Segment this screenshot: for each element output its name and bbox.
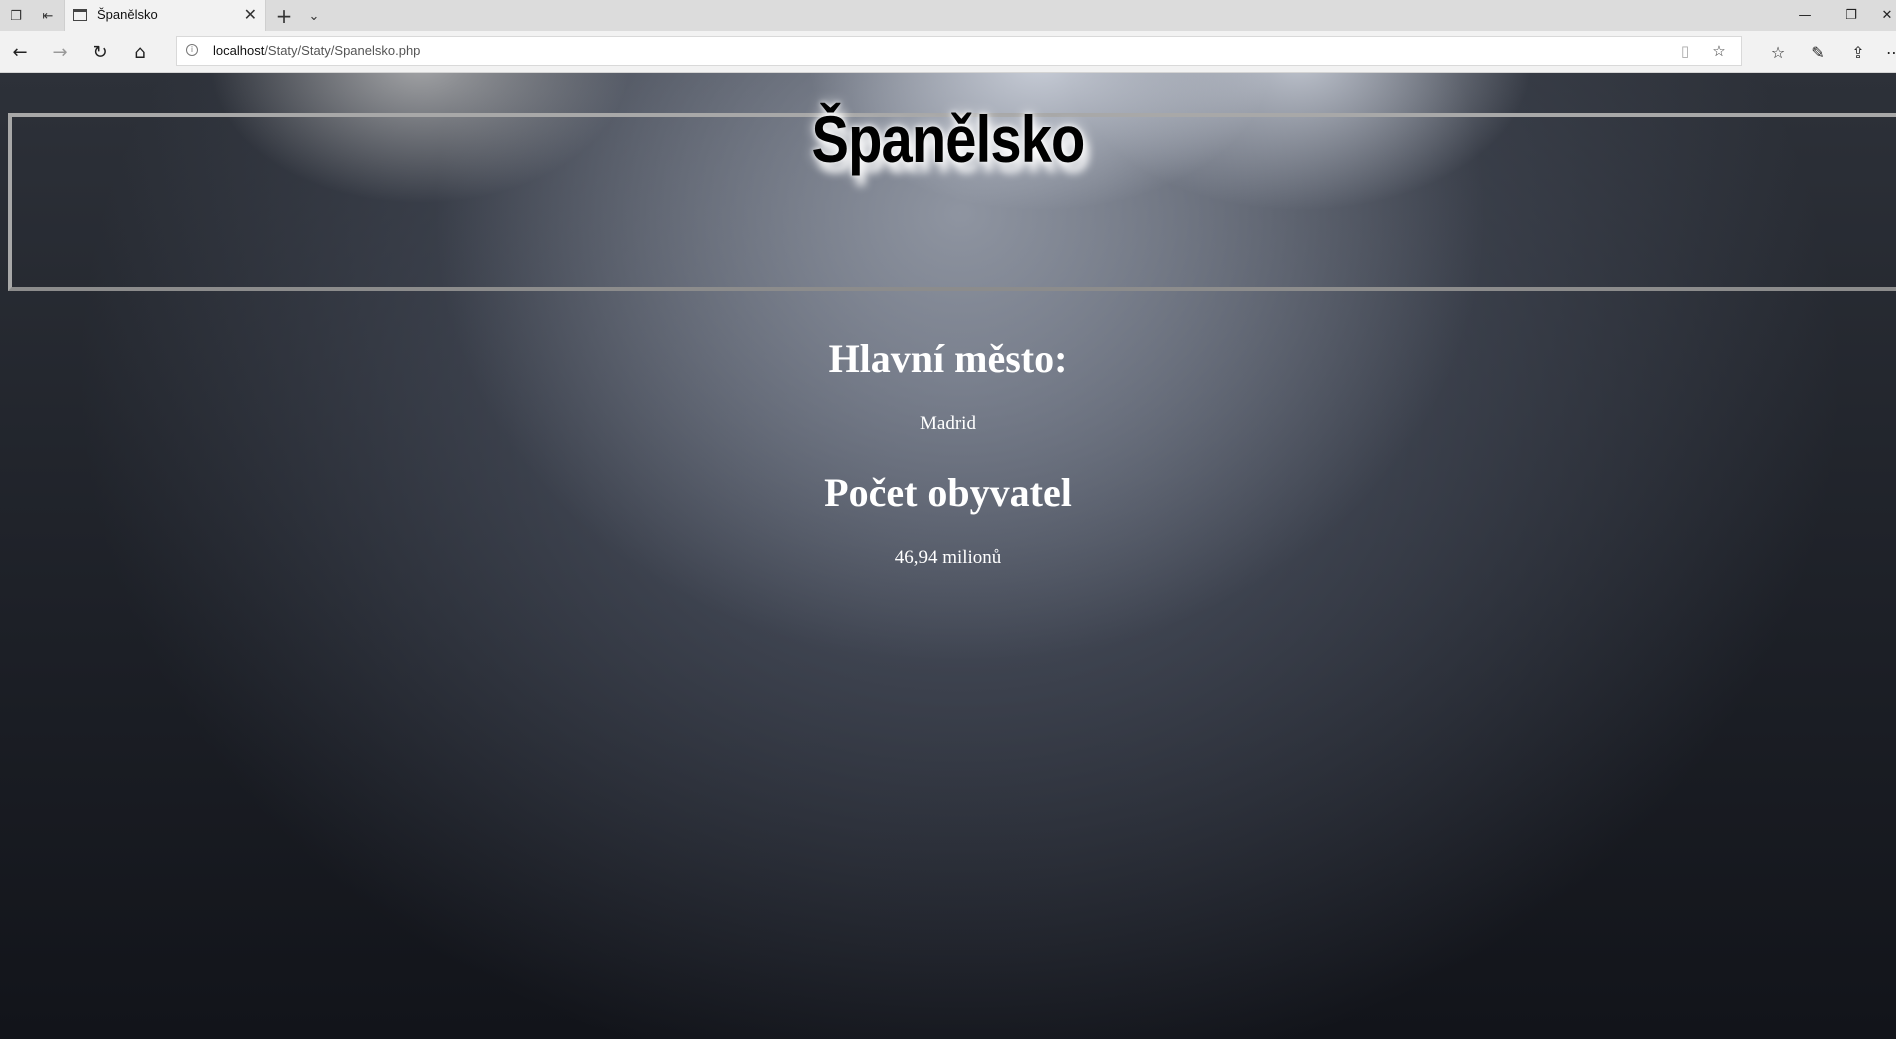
tab-title: Španělsko xyxy=(97,7,158,22)
page-title: Španělsko xyxy=(811,102,1086,176)
tab-list-chevron-icon[interactable]: ⌄ xyxy=(304,6,324,26)
browser-tab[interactable]: Španělsko ✕ xyxy=(64,0,266,31)
favorites-hub-icon[interactable]: ☆ xyxy=(1766,40,1790,64)
capital-value: Madrid xyxy=(920,413,976,434)
close-tab-icon[interactable]: ✕ xyxy=(244,5,257,24)
browser-navbar: ← → ↻ ⌂ i localhost/Staty/Staty/Spanelsk… xyxy=(0,31,1896,73)
capital-heading: Hlavní město: xyxy=(828,336,1068,381)
page-viewport: Španělsko Hlavní město: Madrid Počet oby… xyxy=(0,73,1896,1039)
site-info-icon[interactable]: i xyxy=(186,44,198,56)
close-window-icon[interactable]: ✕ xyxy=(1872,4,1896,26)
forward-icon[interactable]: → xyxy=(48,40,72,64)
minimize-icon[interactable]: — xyxy=(1790,4,1820,26)
refresh-icon[interactable]: ↻ xyxy=(88,40,112,64)
reading-view-icon[interactable]: ▯ xyxy=(1675,41,1695,61)
page-favicon-icon xyxy=(73,9,87,21)
pen-icon[interactable]: ✎ xyxy=(1806,40,1830,64)
share-icon[interactable]: ⇪ xyxy=(1846,40,1870,64)
restore-icon[interactable]: ❐ xyxy=(1836,4,1866,26)
back-icon[interactable]: ← xyxy=(8,40,32,64)
more-icon[interactable]: ⋯ xyxy=(1882,40,1896,64)
new-tab-icon[interactable]: + xyxy=(274,4,294,28)
population-value: 46,94 milionů xyxy=(894,547,1002,568)
set-tabs-aside-icon[interactable]: ⇤ xyxy=(38,6,58,26)
address-url[interactable]: localhost/Staty/Staty/Spanelsko.php xyxy=(213,43,420,58)
favorite-star-icon[interactable]: ☆ xyxy=(1709,41,1729,61)
population-heading: Počet obyvatel xyxy=(824,470,1072,515)
address-bar[interactable]: i localhost/Staty/Staty/Spanelsko.php ▯ … xyxy=(176,36,1742,66)
tabs-aside-icon[interactable]: ❐ xyxy=(6,6,26,26)
home-icon[interactable]: ⌂ xyxy=(128,40,152,64)
browser-titlebar: ❐ ⇤ Španělsko ✕ + ⌄ — ❐ ✕ xyxy=(0,0,1896,31)
